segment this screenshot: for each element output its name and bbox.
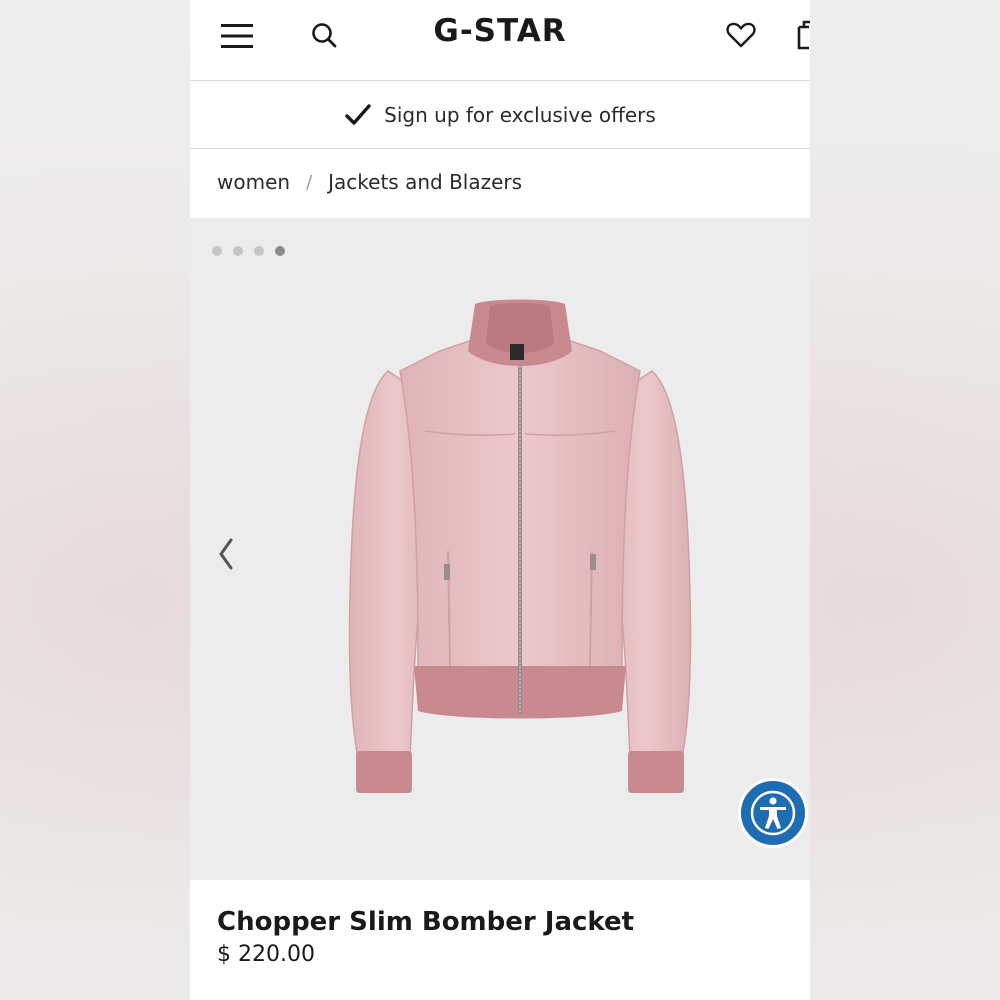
product-price: $ 220.00	[217, 942, 315, 967]
breadcrumb-item-jackets[interactable]: Jackets and Blazers	[328, 170, 522, 194]
signup-text: Sign up for exclusive offers	[384, 102, 656, 127]
carousel-dot[interactable]	[233, 246, 243, 256]
shopping-bag-icon[interactable]	[795, 18, 810, 52]
mobile-page: G-STAR Sign up for exclusive offers wome…	[190, 0, 810, 1000]
product-gallery[interactable]	[190, 218, 810, 880]
signup-banner[interactable]: Sign up for exclusive offers	[190, 81, 810, 149]
site-header: G-STAR	[190, 0, 810, 81]
accessibility-icon	[750, 790, 796, 836]
heart-icon[interactable]	[726, 21, 756, 49]
jacket-image	[348, 299, 692, 793]
accessibility-button[interactable]	[738, 778, 808, 848]
carousel-dots	[212, 246, 285, 256]
carousel-dot-active[interactable]	[275, 246, 285, 256]
breadcrumb: women / Jackets and Blazers	[217, 170, 522, 194]
chevron-left-icon[interactable]	[216, 536, 236, 572]
checkmark-icon	[345, 103, 371, 125]
brand-logo[interactable]: G-STAR	[190, 13, 810, 49]
breadcrumb-separator: /	[306, 171, 313, 193]
carousel-dot[interactable]	[212, 246, 222, 256]
product-name: Chopper Slim Bomber Jacket	[217, 907, 635, 937]
carousel-dot[interactable]	[254, 246, 264, 256]
breadcrumb-item-women[interactable]: women	[217, 170, 290, 194]
